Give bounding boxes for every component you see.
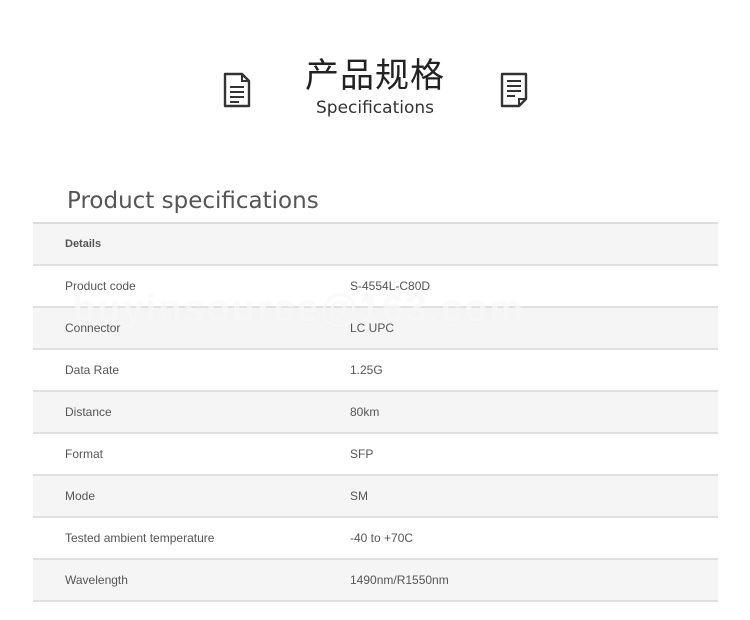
table-row: Distance 80km (33, 392, 718, 434)
table-row: Format SFP (33, 434, 718, 476)
row-label: Product code (65, 279, 136, 293)
table-row: Product code S-4554L-C80D (33, 266, 718, 308)
table-header-label: Details (65, 238, 102, 250)
row-label: Tested ambient temperature (65, 531, 215, 545)
page-title-chinese: 产品规格 (305, 56, 445, 96)
table-row: Tested ambient temperature -40 to +70C (33, 518, 718, 560)
row-label: Format (65, 447, 104, 461)
row-label: Wavelength (65, 573, 128, 587)
row-value: -40 to +70C (350, 531, 414, 545)
row-value: S-4554L-C80D (350, 279, 431, 293)
row-label: Connector (65, 321, 121, 335)
table-row: Wavelength 1490nm/R1550nm (33, 560, 718, 602)
page-header: 产品规格 Specifications (0, 0, 750, 140)
row-label: Mode (65, 489, 96, 503)
table-header-row: Details (33, 224, 718, 266)
row-value: 1490nm/R1550nm (350, 573, 449, 587)
row-value: 1.25G (350, 363, 383, 377)
row-value: SFP (350, 447, 374, 461)
row-label: Data Rate (65, 363, 120, 377)
row-value: SM (350, 489, 368, 503)
table-row: Mode SM (33, 476, 718, 518)
page-subtitle-english: Specifications (315, 98, 434, 118)
section-title: Product specifications (67, 188, 319, 214)
table-row: Connector LC UPC (33, 308, 718, 350)
row-label: Distance (65, 405, 112, 419)
spec-table: Details Product code S-4554L-C80D Connec… (33, 222, 718, 602)
row-value: LC UPC (350, 321, 395, 335)
row-value: 80km (350, 405, 380, 419)
table-row: Data Rate 1.25G (33, 350, 718, 392)
document-icon (500, 72, 528, 108)
